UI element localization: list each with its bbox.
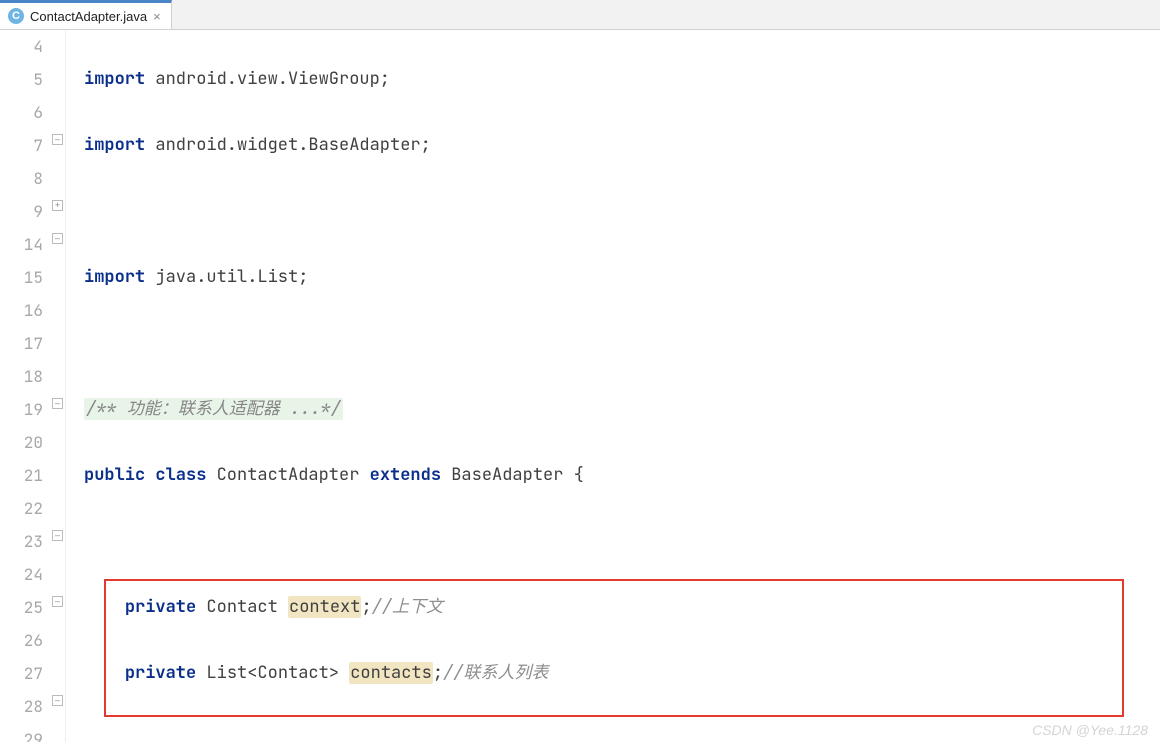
code-line: import android.widget.BaseAdapter; (84, 129, 1160, 162)
code-editor[interactable]: 4 5 6 7 8 9 14 15 16 17 18 19 20 21 22 2… (0, 30, 1160, 742)
code-line: private List<Contact> contacts;//联系人列表 (84, 657, 1160, 690)
fold-icon[interactable]: – (52, 233, 63, 244)
editor-tabbar: C ContactAdapter.java × (0, 0, 1160, 30)
code-line: public class ContactAdapter extends Base… (84, 459, 1160, 492)
file-tab[interactable]: C ContactAdapter.java × (0, 0, 172, 29)
java-class-icon: C (8, 8, 24, 24)
close-icon[interactable]: × (153, 9, 161, 24)
code-line: import android.view.ViewGroup; (84, 63, 1160, 96)
fold-icon[interactable]: – (52, 134, 63, 145)
code-line (84, 723, 1160, 742)
fold-strip: – + – – – – – (49, 30, 65, 742)
code-line: /** 功能：联系人适配器 ...*/ (84, 393, 1160, 426)
code-line (84, 195, 1160, 228)
code-line (84, 525, 1160, 558)
fold-icon[interactable]: – (52, 596, 63, 607)
line-gutter: 4 5 6 7 8 9 14 15 16 17 18 19 20 21 22 2… (0, 30, 66, 742)
code-line: import java.util.List; (84, 261, 1160, 294)
fold-icon[interactable]: – (52, 695, 63, 706)
code-line (84, 327, 1160, 360)
fold-icon[interactable]: + (52, 200, 63, 211)
code-area[interactable]: import android.view.ViewGroup; import an… (66, 30, 1160, 742)
code-line: private Contact context;//上下文 (84, 591, 1160, 624)
fold-icon[interactable]: – (52, 398, 63, 409)
watermark: CSDN @Yee.1128 (1032, 722, 1148, 738)
tab-filename: ContactAdapter.java (30, 9, 147, 24)
fold-icon[interactable]: – (52, 530, 63, 541)
